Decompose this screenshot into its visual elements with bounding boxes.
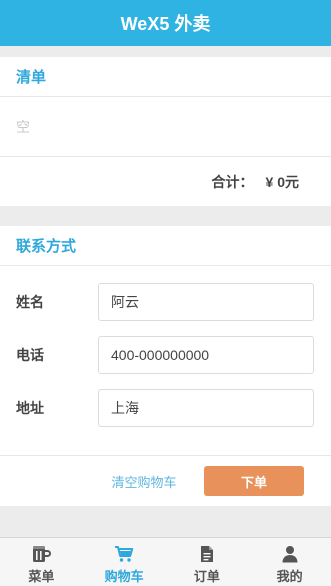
name-input[interactable] — [98, 283, 314, 321]
app-header: WeX5 外卖 — [0, 0, 331, 46]
phone-input[interactable] — [98, 336, 314, 374]
contact-section-title: 联系方式 — [0, 226, 331, 266]
contact-section: 联系方式 姓名 电话 地址 清空购物车 下单 — [0, 226, 331, 506]
phone-field-row: 电话 — [0, 336, 331, 374]
total-value: ¥ 0元 — [265, 173, 299, 190]
cart-total-row: 合计： ¥ 0元 — [0, 157, 331, 206]
tab-profile[interactable]: 我的 — [248, 538, 331, 586]
tab-cart[interactable]: 购物车 — [83, 538, 166, 586]
tab-menu[interactable]: 菜单 — [0, 538, 83, 586]
name-field-row: 姓名 — [0, 283, 331, 321]
tab-orders[interactable]: 订单 — [166, 538, 249, 586]
page-title: WeX5 外卖 — [120, 14, 211, 34]
cart-icon — [114, 544, 134, 564]
tab-menu-label: 菜单 — [28, 569, 55, 584]
name-label: 姓名 — [16, 294, 44, 310]
user-icon — [281, 544, 299, 564]
tab-orders-label: 订单 — [193, 569, 220, 584]
total-label: 合计： — [211, 173, 254, 190]
action-row: 清空购物车 下单 — [0, 455, 331, 506]
address-field-row: 地址 — [0, 389, 331, 427]
address-label: 地址 — [16, 400, 44, 416]
clear-cart-link[interactable]: 清空购物车 — [104, 456, 184, 507]
bottom-tab-bar: 菜单 购物车 订单 我的 — [0, 537, 331, 586]
tab-profile-label: 我的 — [276, 569, 303, 584]
place-order-button[interactable]: 下单 — [204, 466, 304, 496]
cart-section-title: 清单 — [0, 57, 331, 97]
cart-empty-row: 空 — [0, 97, 331, 157]
tab-cart-label: 购物车 — [104, 569, 144, 584]
address-input[interactable] — [98, 389, 314, 427]
mug-icon — [31, 544, 52, 564]
cart-empty-text: 空 — [16, 118, 30, 135]
document-icon — [199, 544, 215, 564]
cart-section: 清单 空 合计： ¥ 0元 — [0, 57, 331, 206]
phone-label: 电话 — [16, 347, 44, 363]
